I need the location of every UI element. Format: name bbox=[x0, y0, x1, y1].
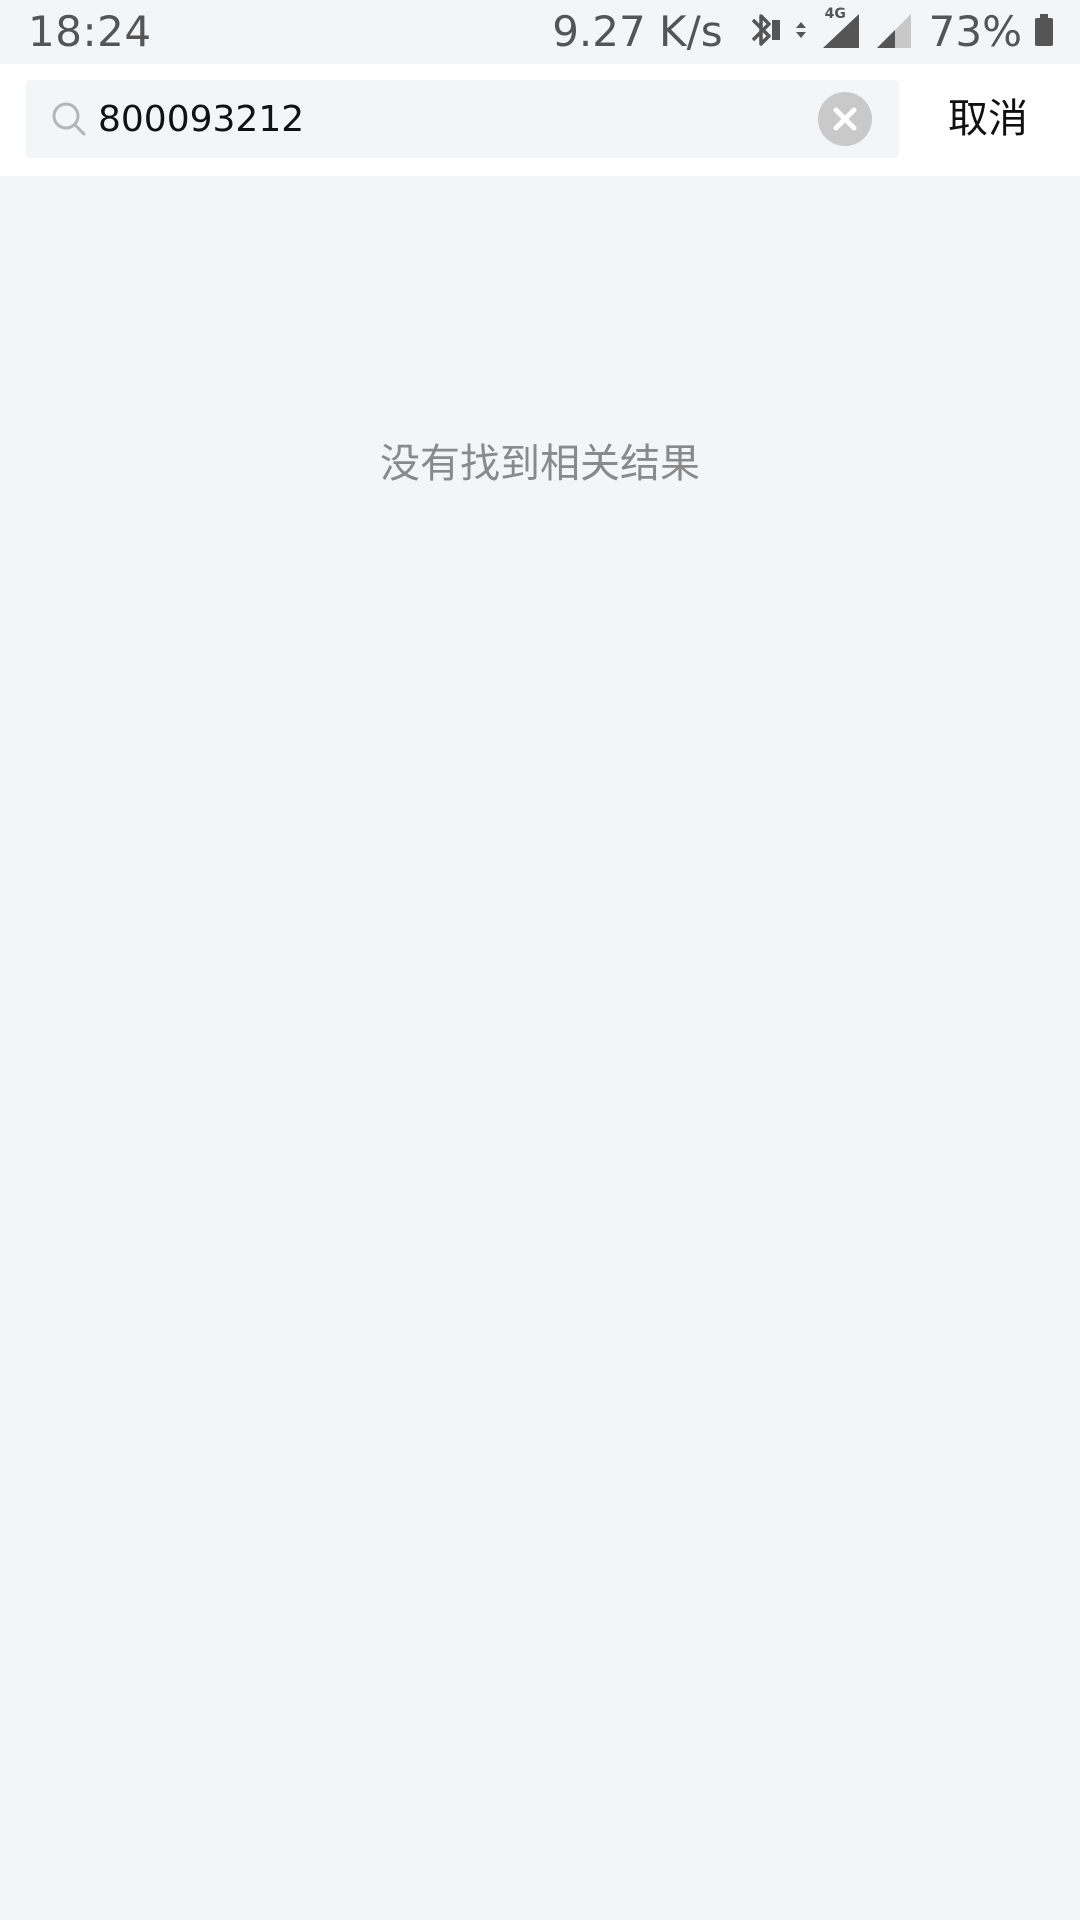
bluetooth-icon bbox=[745, 10, 781, 54]
network-speed: 9.27 K/s bbox=[552, 7, 723, 56]
search-box[interactable] bbox=[26, 80, 899, 158]
signal-icon bbox=[873, 10, 913, 54]
status-time: 18:24 bbox=[28, 7, 152, 56]
cancel-button[interactable]: 取消 bbox=[948, 86, 1028, 152]
search-input[interactable] bbox=[98, 80, 798, 158]
battery-icon bbox=[1034, 10, 1054, 54]
status-bar: 18:24 9.27 K/s 4G 73% bbox=[0, 0, 1080, 64]
search-icon bbox=[50, 100, 88, 138]
clear-search-button[interactable] bbox=[818, 92, 872, 146]
signal-4g-icon: 4G bbox=[811, 6, 861, 54]
search-results-area: 没有找到相关结果 bbox=[0, 176, 1080, 1920]
status-indicators: 9.27 K/s 4G 73% bbox=[552, 6, 1054, 56]
close-icon bbox=[833, 107, 857, 131]
data-arrows-icon bbox=[793, 10, 809, 54]
network-type-label: 4G bbox=[824, 6, 846, 22]
search-header: 取消 bbox=[0, 64, 1080, 176]
empty-results-message: 没有找到相关结果 bbox=[380, 441, 700, 487]
battery-percent: 73% bbox=[928, 7, 1022, 56]
